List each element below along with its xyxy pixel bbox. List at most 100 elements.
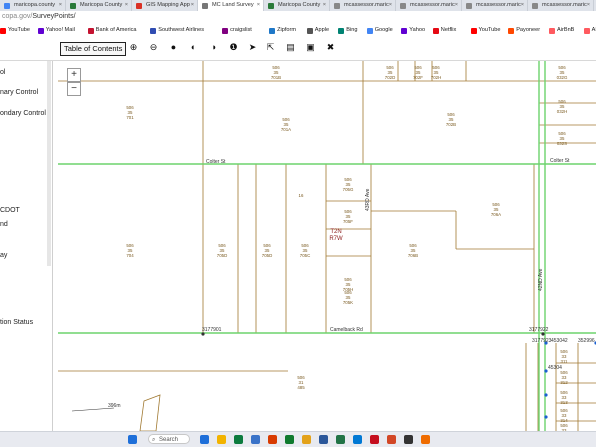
tab-favicon-icon — [532, 3, 538, 9]
bookmark-item[interactable]: Payoneer — [508, 26, 540, 35]
print-icon[interactable]: ▤ — [286, 43, 295, 52]
bookmark-item[interactable]: AirBnB — [549, 26, 574, 35]
bookmark-item[interactable]: Yahoo — [401, 26, 425, 35]
taskbar-app-icon[interactable] — [336, 435, 345, 444]
tab-favicon-icon — [202, 3, 208, 9]
layer-item[interactable]: ol — [0, 69, 5, 76]
bookmark-favicon-icon — [222, 27, 229, 34]
share-icon[interactable]: ⇱ — [266, 43, 275, 52]
browser-tab[interactable]: mcassessor.maric × — [396, 0, 462, 11]
browser-tab[interactable]: Maricopa County × — [66, 0, 132, 11]
bookmark-item[interactable]: Zipform — [269, 26, 296, 35]
parcel-label: 506 35 705C — [300, 243, 311, 258]
browser-tab[interactable]: mcassessor.maric × — [528, 0, 594, 11]
taskbar-app-icon[interactable] — [319, 435, 328, 444]
start-icon[interactable] — [128, 435, 137, 444]
tab-close-icon[interactable]: × — [323, 0, 326, 11]
browser-tab[interactable]: mcassessor.maric × — [330, 0, 396, 11]
parcel-label: 506 33 312 — [560, 370, 568, 385]
survey-point-label: 3177922 — [529, 327, 549, 333]
taskbar-app-icon[interactable] — [251, 435, 260, 444]
bookmark-item[interactable]: Bing — [338, 26, 358, 35]
bookmark-favicon-icon — [549, 27, 555, 34]
bookmark-item[interactable]: YouTube — [470, 26, 500, 35]
bookmark-item[interactable]: craigslist — [222, 26, 252, 35]
taskbar-app-icon[interactable] — [302, 435, 311, 444]
taskbar-app-icon[interactable] — [200, 435, 209, 444]
browser-tab[interactable]: GIS Mapping App × — [132, 0, 198, 11]
bookmark-item[interactable]: YouTube — [0, 26, 30, 35]
bookmark-favicon-icon — [338, 27, 345, 34]
browser-tab[interactable]: Maricopa County × — [264, 0, 330, 11]
layer-item[interactable]: nary Control — [0, 89, 38, 96]
close-icon[interactable]: ✖ — [326, 43, 335, 52]
address-bar[interactable]: copa.gov/SurveyPoints/ — [0, 11, 596, 25]
map-zoom-in-button[interactable]: + — [67, 68, 81, 82]
tab-close-icon[interactable]: × — [521, 0, 524, 11]
bookmark-favicon-icon — [432, 27, 439, 34]
zoom-in-icon[interactable]: ⊕ — [129, 43, 138, 52]
tab-close-icon[interactable]: × — [125, 0, 128, 11]
tab-close-icon[interactable]: × — [257, 0, 260, 11]
taskbar-app-icon[interactable] — [234, 435, 243, 444]
layer-item[interactable]: CDOT — [0, 207, 20, 214]
bookmark-item[interactable]: Google — [366, 26, 393, 35]
bookmark-favicon-icon — [366, 27, 373, 34]
taskbar-search-box[interactable]: ⌕ Search — [148, 434, 190, 444]
table-of-contents-button[interactable]: Table of Contents — [60, 42, 127, 56]
taskbar-app-icon[interactable] — [404, 435, 413, 444]
browser-tab[interactable]: mcassessor.maric × — [462, 0, 528, 11]
info-icon[interactable]: ❶ — [229, 43, 238, 52]
map-view[interactable]: 506 35 701B 506 35 702D 506 35 702F 506 35 702H 506 3… — [58, 61, 596, 431]
parcel-label: 506 35 705G — [343, 177, 354, 192]
panel-scrollbar[interactable] — [47, 61, 51, 266]
bookmark-label: Apple — [314, 27, 330, 33]
tab-close-icon[interactable]: × — [59, 0, 62, 11]
taskbar-app-icon[interactable] — [285, 435, 294, 444]
globe-icon[interactable]: ● — [169, 43, 178, 52]
taskbar-app-icon[interactable] — [217, 435, 226, 444]
browser-tab[interactable]: MC Land Survey × — [198, 0, 264, 11]
bookmark-item[interactable]: Netflix — [432, 26, 456, 35]
tab-close-icon[interactable]: × — [191, 0, 194, 11]
layers-icon[interactable]: ▣ — [306, 43, 315, 52]
address-url[interactable]: copa.gov/SurveyPoints/ — [2, 13, 76, 20]
layer-item[interactable]: nd — [0, 221, 8, 228]
taskbar-app-icon[interactable] — [387, 435, 396, 444]
bookmark-item[interactable]: Southwest Airlines — [150, 26, 204, 35]
layer-item[interactable]: ondary Control — [0, 110, 46, 117]
parcel-label: 506 35 701A — [281, 117, 291, 132]
parcel-label: 506 35 702F — [413, 65, 423, 80]
taskbar-app-icon[interactable] — [353, 435, 362, 444]
forward-icon[interactable]: ◑ — [209, 43, 218, 52]
bookmark-favicon-icon — [470, 27, 477, 34]
app-toolbar: Table of Contents ⊕ ⊖ ● ◐ ◑ ❶ ➤ ⇱ ▤ ▣ ✖ — [0, 37, 596, 61]
search-label: Search — [159, 437, 179, 443]
back-icon[interactable]: ◐ — [189, 43, 198, 52]
tab-close-icon[interactable]: × — [455, 0, 458, 11]
tab-close-icon[interactable]: × — [587, 0, 590, 11]
bookmark-item[interactable]: Apple — [306, 26, 330, 35]
bookmarks-bar: YouTube Yahoo! Mail Bank of America Southwe… — [0, 24, 596, 38]
layer-item[interactable]: tion Status — [0, 319, 33, 326]
parcel-label: 50633315 — [560, 423, 568, 431]
bookmark-item[interactable]: AIRBNB1 — [583, 26, 596, 35]
taskbar-app-icon[interactable] — [370, 435, 379, 444]
tab-favicon-icon — [466, 3, 472, 9]
parcel-label: 506 31 485 — [297, 375, 305, 390]
parcel-label: 506 35 032G — [557, 65, 568, 80]
bookmark-label: Bing — [346, 27, 358, 33]
zoom-out-icon[interactable]: ⊖ — [149, 43, 158, 52]
parcel-label: 506 35 705D — [262, 243, 273, 258]
map-zoom-out-button[interactable]: − — [67, 82, 81, 96]
tab-close-icon[interactable]: × — [389, 0, 392, 11]
bookmark-favicon-icon — [508, 27, 515, 34]
layer-item[interactable]: ay — [0, 252, 7, 259]
tab-label: Maricopa County — [278, 2, 321, 8]
taskbar-app-icon[interactable] — [421, 435, 430, 444]
bookmark-item[interactable]: Bank of America — [87, 26, 137, 35]
pointer-icon[interactable]: ➤ — [248, 43, 257, 52]
taskbar-app-icon[interactable] — [268, 435, 277, 444]
bookmark-item[interactable]: Yahoo! Mail — [37, 26, 75, 35]
browser-tab[interactable]: maricopa.county × — [0, 0, 66, 11]
